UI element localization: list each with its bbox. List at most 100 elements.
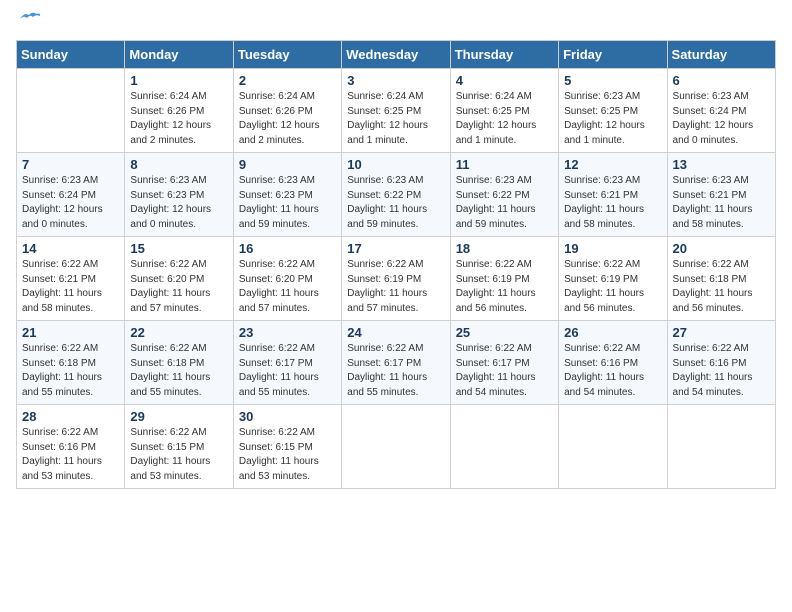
logo xyxy=(16,16,40,28)
day-info: Sunrise: 6:22 AM Sunset: 6:16 PM Dayligh… xyxy=(564,342,661,400)
day-number: 27 xyxy=(673,325,770,340)
calendar-cell: 23 Sunrise: 6:22 AM Sunset: 6:17 PM Dayli… xyxy=(233,321,341,405)
calendar-cell xyxy=(17,69,125,153)
calendar-cell: 27 Sunrise: 6:22 AM Sunset: 6:16 PM Dayli… xyxy=(667,321,775,405)
calendar-cell: 25 Sunrise: 6:22 AM Sunset: 6:17 PM Dayli… xyxy=(450,321,558,405)
day-info: Sunrise: 6:23 AM Sunset: 6:21 PM Dayligh… xyxy=(564,174,661,232)
calendar-cell: 7Sunrise: 6:23 AM Sunset: 6:24 PM Daylig… xyxy=(17,153,125,237)
day-number: 4 xyxy=(456,73,553,88)
day-info: Sunrise: 6:22 AM Sunset: 6:19 PM Dayligh… xyxy=(456,258,553,316)
calendar-cell: 2 Sunrise: 6:24 AM Sunset: 6:26 PM Daylig… xyxy=(233,69,341,153)
day-info: Sunrise: 6:23 AM Sunset: 6:21 PM Dayligh… xyxy=(673,174,770,232)
calendar-cell: 8 Sunrise: 6:23 AM Sunset: 6:23 PM Daylig… xyxy=(125,153,233,237)
day-number: 10 xyxy=(347,157,444,172)
calendar-cell: 13 Sunrise: 6:23 AM Sunset: 6:21 PM Dayli… xyxy=(667,153,775,237)
weekday-header: Saturday xyxy=(667,41,775,69)
calendar-cell xyxy=(450,405,558,489)
day-info: Sunrise: 6:22 AM Sunset: 6:20 PM Dayligh… xyxy=(130,258,227,316)
day-number: 15 xyxy=(130,241,227,256)
day-number: 17 xyxy=(347,241,444,256)
calendar-week-row: 7Sunrise: 6:23 AM Sunset: 6:24 PM Daylig… xyxy=(17,153,776,237)
calendar-cell: 21Sunrise: 6:22 AM Sunset: 6:18 PM Dayli… xyxy=(17,321,125,405)
day-info: Sunrise: 6:23 AM Sunset: 6:24 PM Dayligh… xyxy=(673,90,770,148)
calendar-cell xyxy=(342,405,450,489)
page-header xyxy=(16,16,776,28)
day-info: Sunrise: 6:22 AM Sunset: 6:19 PM Dayligh… xyxy=(347,258,444,316)
day-number: 25 xyxy=(456,325,553,340)
day-info: Sunrise: 6:23 AM Sunset: 6:22 PM Dayligh… xyxy=(456,174,553,232)
calendar-cell xyxy=(559,405,667,489)
day-number: 2 xyxy=(239,73,336,88)
weekday-header: Wednesday xyxy=(342,41,450,69)
logo-bird-icon xyxy=(18,10,40,28)
day-info: Sunrise: 6:24 AM Sunset: 6:26 PM Dayligh… xyxy=(130,90,227,148)
calendar-cell: 6 Sunrise: 6:23 AM Sunset: 6:24 PM Daylig… xyxy=(667,69,775,153)
day-number: 8 xyxy=(130,157,227,172)
day-info: Sunrise: 6:22 AM Sunset: 6:16 PM Dayligh… xyxy=(673,342,770,400)
day-number: 16 xyxy=(239,241,336,256)
day-info: Sunrise: 6:22 AM Sunset: 6:17 PM Dayligh… xyxy=(456,342,553,400)
day-number: 14 xyxy=(22,241,119,256)
day-info: Sunrise: 6:22 AM Sunset: 6:21 PM Dayligh… xyxy=(22,258,119,316)
calendar-cell: 9 Sunrise: 6:23 AM Sunset: 6:23 PM Daylig… xyxy=(233,153,341,237)
day-info: Sunrise: 6:23 AM Sunset: 6:23 PM Dayligh… xyxy=(239,174,336,232)
calendar-cell: 30 Sunrise: 6:22 AM Sunset: 6:15 PM Dayli… xyxy=(233,405,341,489)
day-number: 12 xyxy=(564,157,661,172)
day-info: Sunrise: 6:24 AM Sunset: 6:26 PM Dayligh… xyxy=(239,90,336,148)
calendar-week-row: 1 Sunrise: 6:24 AM Sunset: 6:26 PM Daylig… xyxy=(17,69,776,153)
calendar-cell: 24Sunrise: 6:22 AM Sunset: 6:17 PM Dayli… xyxy=(342,321,450,405)
day-number: 23 xyxy=(239,325,336,340)
day-info: Sunrise: 6:22 AM Sunset: 6:16 PM Dayligh… xyxy=(22,426,119,484)
day-info: Sunrise: 6:22 AM Sunset: 6:17 PM Dayligh… xyxy=(347,342,444,400)
day-info: Sunrise: 6:22 AM Sunset: 6:15 PM Dayligh… xyxy=(239,426,336,484)
calendar-table: SundayMondayTuesdayWednesdayThursdayFrid… xyxy=(16,40,776,489)
day-info: Sunrise: 6:22 AM Sunset: 6:18 PM Dayligh… xyxy=(130,342,227,400)
calendar-week-row: 21 Sunrise: 6:22 AM Sunset: 6:18 PM Dayli… xyxy=(17,321,776,405)
calendar-cell: 4 Sunrise: 6:24 AM Sunset: 6:25 PM Daylig… xyxy=(450,69,558,153)
day-info: Sunrise: 6:24 AM Sunset: 6:25 PM Dayligh… xyxy=(456,90,553,148)
day-number: 26 xyxy=(564,325,661,340)
day-number: 7 xyxy=(22,157,119,172)
day-info: Sunrise: 6:22 AM Sunset: 6:17 PM Dayligh… xyxy=(239,342,336,400)
day-number: 1 xyxy=(130,73,227,88)
calendar-cell: 15 Sunrise: 6:22 AM Sunset: 6:20 PM Dayli… xyxy=(125,237,233,321)
day-number: 29 xyxy=(130,409,227,424)
calendar-header-row: SundayMondayTuesdayWednesdayThursdayFrid… xyxy=(17,41,776,69)
day-number: 9 xyxy=(239,157,336,172)
calendar-cell: 14 Sunrise: 6:22 AM Sunset: 6:21 PM Dayli… xyxy=(17,237,125,321)
calendar-cell: 10 Sunrise: 6:23 AM Sunset: 6:22 PM Dayli… xyxy=(342,153,450,237)
day-info: Sunrise: 6:22 AM Sunset: 6:19 PM Dayligh… xyxy=(564,258,661,316)
day-number: 21 xyxy=(22,325,119,340)
calendar-cell: 12 Sunrise: 6:23 AM Sunset: 6:21 PM Dayli… xyxy=(559,153,667,237)
weekday-header: Thursday xyxy=(450,41,558,69)
day-info: Sunrise: 6:22 AM Sunset: 6:15 PM Dayligh… xyxy=(130,426,227,484)
calendar-cell: 26 Sunrise: 6:22 AM Sunset: 6:16 PM Dayli… xyxy=(559,321,667,405)
day-number: 6 xyxy=(673,73,770,88)
day-number: 28 xyxy=(22,409,119,424)
calendar-cell: 28 Sunrise: 6:22 AM Sunset: 6:16 PM Dayli… xyxy=(17,405,125,489)
day-number: 19 xyxy=(564,241,661,256)
weekday-header: Friday xyxy=(559,41,667,69)
calendar-cell: 22 Sunrise: 6:22 AM Sunset: 6:18 PM Dayli… xyxy=(125,321,233,405)
weekday-header: Monday xyxy=(125,41,233,69)
calendar-cell: 20Sunrise: 6:22 AM Sunset: 6:18 PM Dayli… xyxy=(667,237,775,321)
calendar-cell: 5 Sunrise: 6:23 AM Sunset: 6:25 PM Daylig… xyxy=(559,69,667,153)
calendar-cell xyxy=(667,405,775,489)
day-number: 30 xyxy=(239,409,336,424)
day-info: Sunrise: 6:22 AM Sunset: 6:20 PM Dayligh… xyxy=(239,258,336,316)
day-info: Sunrise: 6:23 AM Sunset: 6:25 PM Dayligh… xyxy=(564,90,661,148)
calendar-cell: 16 Sunrise: 6:22 AM Sunset: 6:20 PM Dayli… xyxy=(233,237,341,321)
day-number: 5 xyxy=(564,73,661,88)
day-number: 3 xyxy=(347,73,444,88)
day-number: 22 xyxy=(130,325,227,340)
calendar-cell: 17 Sunrise: 6:22 AM Sunset: 6:19 PM Dayli… xyxy=(342,237,450,321)
weekday-header: Tuesday xyxy=(233,41,341,69)
calendar-cell: 11Sunrise: 6:23 AM Sunset: 6:22 PM Dayli… xyxy=(450,153,558,237)
day-number: 13 xyxy=(673,157,770,172)
day-info: Sunrise: 6:24 AM Sunset: 6:25 PM Dayligh… xyxy=(347,90,444,148)
day-info: Sunrise: 6:23 AM Sunset: 6:22 PM Dayligh… xyxy=(347,174,444,232)
day-info: Sunrise: 6:23 AM Sunset: 6:23 PM Dayligh… xyxy=(130,174,227,232)
day-number: 20 xyxy=(673,241,770,256)
weekday-header: Sunday xyxy=(17,41,125,69)
calendar-week-row: 28 Sunrise: 6:22 AM Sunset: 6:16 PM Dayli… xyxy=(17,405,776,489)
